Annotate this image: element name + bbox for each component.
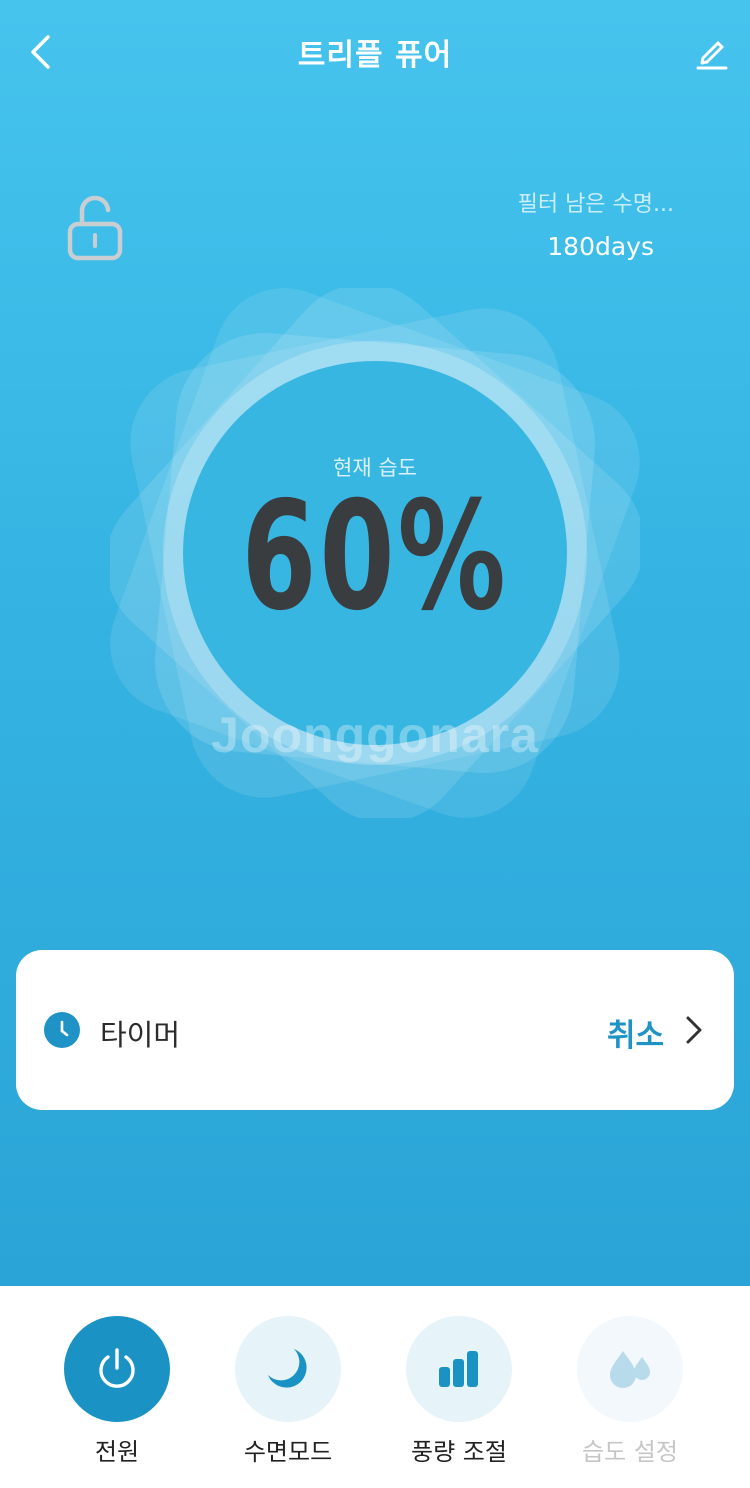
droplets-icon [610,1351,650,1388]
humidity-setting-label: 습도 설정 [582,1438,678,1466]
unlock-icon [67,195,123,261]
filter-life-value: 180days [547,232,654,261]
sleep-mode-button[interactable]: 수면모드 [213,1316,363,1467]
sleep-mode-circle[interactable] [235,1316,341,1422]
timer-cancel-button[interactable]: 취소 [607,1010,664,1055]
main-panel: 트리플 퓨어 필터 남은 수명... 180days 현재 습도 60% Joo… [0,0,750,1286]
chevron-right-icon [686,1016,702,1044]
moon-icon [268,1349,307,1388]
fan-speed-button[interactable]: 풍량 조절 [384,1316,534,1467]
control-bar: 전원 수면모드 풍량 조절 습도 설정 [0,1286,750,1488]
fan-speed-label: 풍량 조절 [411,1438,507,1466]
power-icon [99,1348,135,1388]
power-button-circle[interactable] [64,1316,170,1422]
pencil-icon [696,41,728,70]
clock-icon [44,1012,80,1048]
timer-label: 타이머 [100,1018,181,1052]
timer-card[interactable]: 타이머 취소 [16,950,734,1110]
app-header: 트리플 퓨어 [0,0,750,104]
humidity-setting-button[interactable]: 습도 설정 [555,1316,705,1467]
edit-button[interactable] [690,30,734,74]
sleep-mode-label: 수면모드 [243,1438,333,1466]
power-label: 전원 [94,1438,140,1466]
child-lock-button[interactable] [62,192,128,264]
power-button[interactable]: 전원 [42,1316,192,1467]
watermark: Joonggonara [211,707,539,763]
fan-speed-circle[interactable] [406,1316,512,1422]
page-title: 트리플 퓨어 [297,38,453,73]
fan-speed-icon [439,1351,478,1387]
filter-life-label: 필터 남은 수명... [517,192,674,217]
humidity-value: 60% [241,470,509,644]
humidity-setting-circle[interactable] [577,1316,683,1422]
